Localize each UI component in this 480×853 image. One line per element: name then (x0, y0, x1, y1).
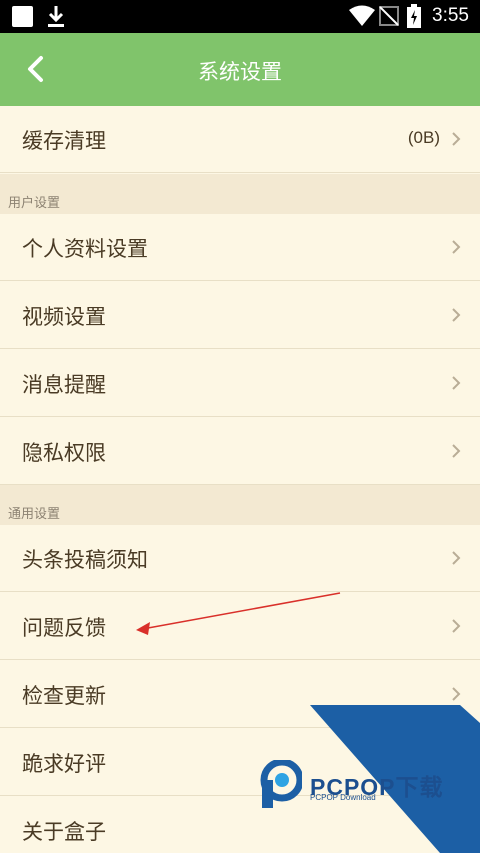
row-label: 问题反馈 (22, 616, 106, 640)
row-label: 个人资料设置 (22, 237, 148, 261)
chevron-right-icon (452, 444, 461, 458)
watermark-subtitle: PCPOP Download (310, 793, 376, 802)
section-header-general: 通用设置 (0, 485, 480, 525)
chevron-right-icon (452, 240, 461, 254)
row-feedback[interactable]: 问题反馈 (0, 593, 480, 660)
app-bar: 系统设置 (0, 33, 480, 106)
row-label: 检查更新 (22, 684, 106, 708)
section-title: 通用设置 (8, 507, 61, 522)
status-time: 3:55 (432, 5, 469, 26)
chevron-right-icon (452, 687, 461, 701)
cache-clear-label: 缓存清理 (22, 129, 106, 153)
row-label: 关于盒子 (22, 820, 106, 844)
row-label: 跪求好评 (22, 752, 106, 776)
row-about[interactable]: 关于盒子 (0, 797, 480, 853)
chevron-right-icon (452, 551, 461, 565)
row-notifications[interactable]: 消息提醒 (0, 350, 480, 417)
battery-charging-icon (407, 4, 421, 28)
notification-square-icon (12, 6, 33, 27)
row-label: 隐私权限 (22, 441, 106, 465)
chevron-right-icon (452, 308, 461, 322)
row-privacy[interactable]: 隐私权限 (0, 418, 480, 485)
page-title: 系统设置 (198, 60, 282, 84)
row-check-update[interactable]: 检查更新 (0, 661, 480, 728)
row-profile-settings[interactable]: 个人资料设置 (0, 214, 480, 281)
row-label: 头条投稿须知 (22, 548, 148, 572)
row-submission-guide[interactable]: 头条投稿须知 (0, 525, 480, 592)
chevron-right-icon (452, 132, 461, 146)
download-icon (48, 6, 64, 27)
row-label: 视频设置 (22, 305, 106, 329)
wifi-icon (349, 5, 375, 26)
section-title: 用户设置 (8, 196, 61, 211)
chevron-right-icon (452, 376, 461, 390)
status-bar: 3:55 (0, 0, 480, 33)
no-signal-icon (379, 6, 399, 26)
row-label: 消息提醒 (22, 373, 106, 397)
cache-size-value: (0B) (407, 128, 440, 147)
section-header-user: 用户设置 (0, 174, 480, 214)
pcpop-logo-icon (260, 760, 302, 808)
row-video-settings[interactable]: 视频设置 (0, 282, 480, 349)
chevron-right-icon (452, 619, 461, 633)
cache-clear-row[interactable]: 缓存清理 (0B) (0, 106, 480, 173)
